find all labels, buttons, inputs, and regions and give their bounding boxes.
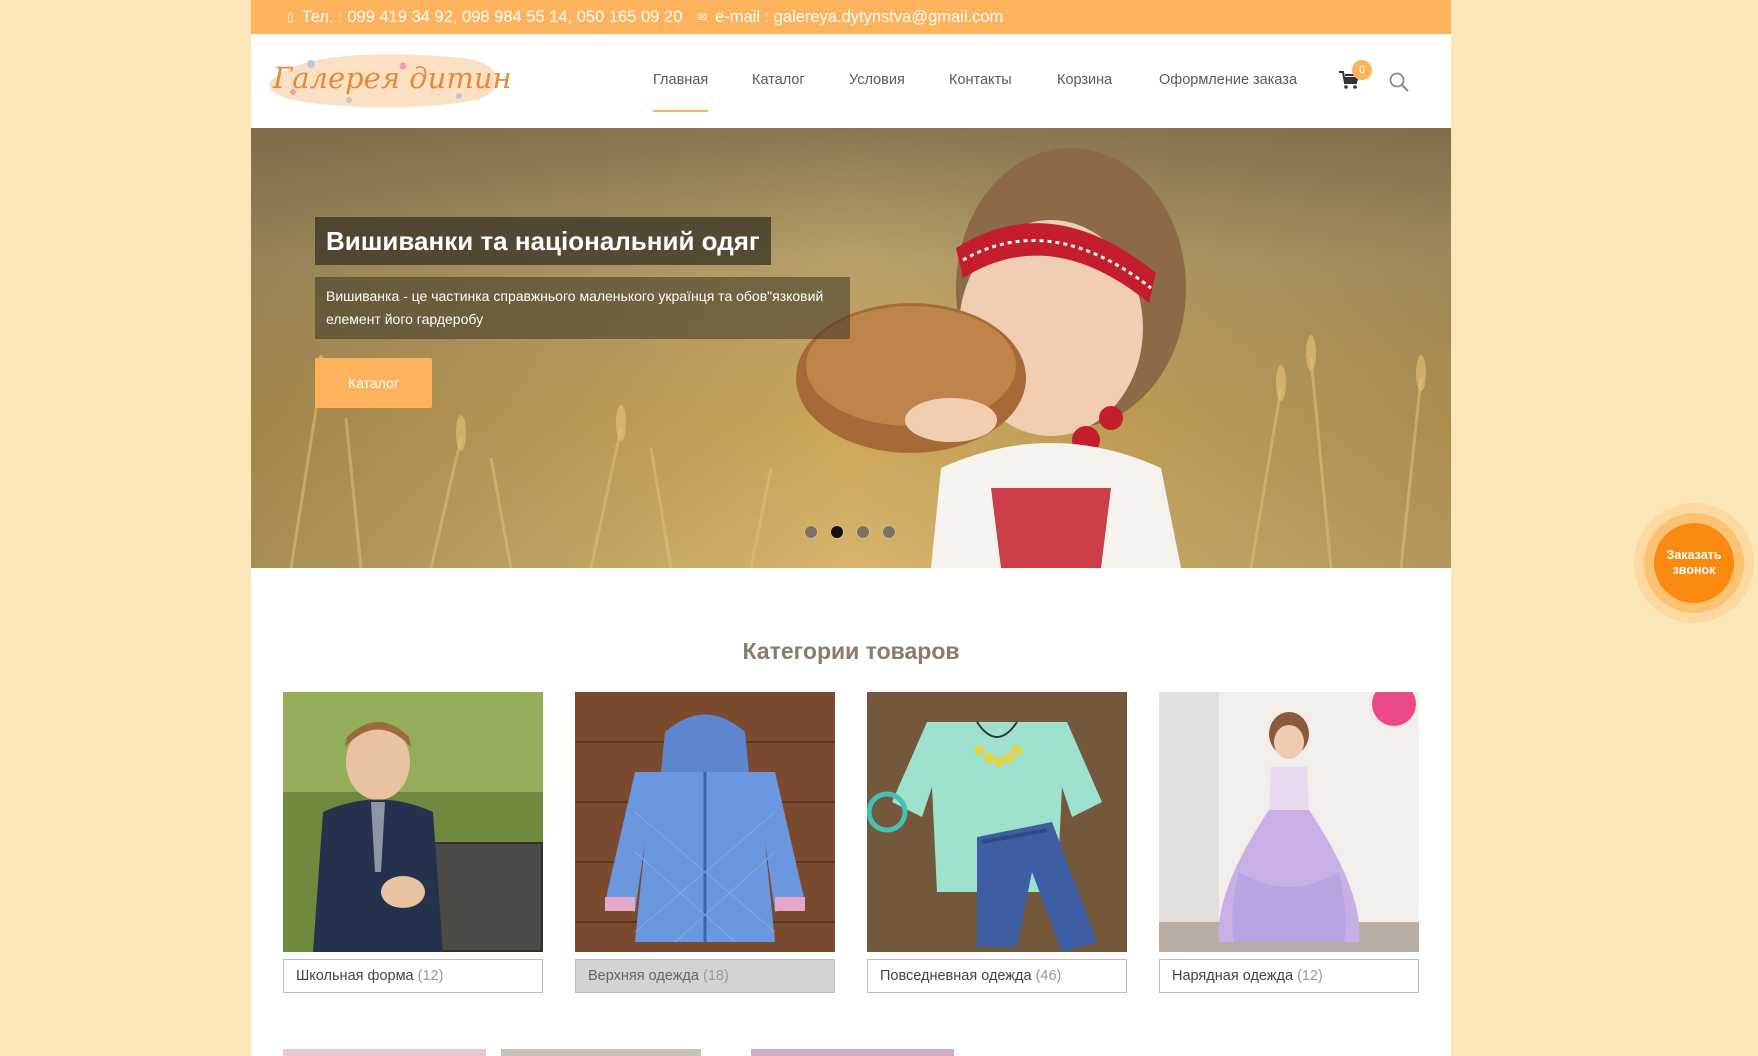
envelope-icon: ✉ [697, 10, 708, 24]
category-image-partial [751, 1049, 954, 1056]
category-card[interactable]: Повседневная одежда (46) [867, 692, 1127, 993]
nav-catalog[interactable]: Каталог [752, 34, 805, 128]
site-logo[interactable]: Галерея дитинства [263, 46, 590, 112]
category-label[interactable]: Школьная форма (12) [283, 959, 543, 993]
search-icon[interactable] [1387, 70, 1411, 94]
hero-description: Вишиванка - це частинка справжнього мале… [315, 277, 850, 339]
category-label[interactable]: Повседневная одежда (46) [867, 959, 1127, 993]
category-image-school[interactable] [283, 692, 543, 952]
slider-dot-4[interactable] [883, 526, 895, 538]
category-label[interactable]: Нарядная одежда (12) [1159, 959, 1419, 993]
nav-home[interactable]: Главная [653, 34, 709, 128]
cart-count-badge: 0 [1352, 60, 1372, 80]
category-label[interactable]: Верхняя одежда (18) [575, 959, 835, 993]
category-card[interactable]: Верхняя одежда (18) [575, 692, 835, 993]
phone-info: ▯ Тел. : 099 419 34 92, 098 984 55 14, 0… [287, 0, 682, 34]
page-container: ▯ Тел. : 099 419 34 92, 098 984 55 14, 0… [251, 0, 1451, 1056]
categories-title: Категории товаров [742, 638, 960, 664]
slider-dots [805, 526, 895, 538]
category-card[interactable]: Школьная форма (12) [283, 692, 543, 993]
slider-dot-2[interactable] [831, 526, 843, 538]
hero-title: Вишиванки та національний одяг [315, 217, 771, 265]
phone-icon: ▯ [287, 10, 294, 24]
slider-dot-1[interactable] [805, 526, 817, 538]
top-contact-bar: ▯ Тел. : 099 419 34 92, 098 984 55 14, 0… [251, 0, 1451, 34]
category-image-partial [501, 1049, 701, 1056]
hero-catalog-button[interactable]: Каталог [315, 358, 432, 408]
slider-dot-3[interactable] [857, 526, 869, 538]
nav-contacts[interactable]: Контакты [949, 34, 1012, 128]
hero-image [251, 128, 1451, 568]
email-text[interactable]: e-mail : galereya.dytynstva@gmail.com [715, 8, 1003, 27]
category-image-partial [283, 1049, 486, 1056]
svg-text:Галерея дитинства: Галерея дитинства [272, 61, 513, 95]
nav-cart[interactable]: Корзина [1057, 34, 1112, 128]
category-image-casual[interactable] [867, 692, 1127, 952]
nav-conditions[interactable]: Условия [849, 34, 905, 128]
category-card[interactable]: Нарядная одежда (12) [1159, 692, 1419, 993]
callback-button[interactable]: Заказать звонок [1634, 503, 1754, 623]
nav-checkout[interactable]: Оформление заказа [1159, 34, 1297, 128]
callback-label[interactable]: Заказать звонок [1654, 523, 1734, 603]
site-header: Галерея дитинства Главная Каталог Услови… [251, 34, 1451, 128]
email-info[interactable]: ✉ e-mail : galereya.dytynstva@gmail.com [697, 0, 1003, 34]
category-image-formal[interactable] [1159, 692, 1419, 952]
phone-text: Тел. : 099 419 34 92, 098 984 55 14, 050… [301, 7, 683, 26]
hero-slider: Вишиванки та національний одяг Вишиванка… [251, 128, 1451, 568]
category-image-outerwear[interactable] [575, 692, 835, 952]
